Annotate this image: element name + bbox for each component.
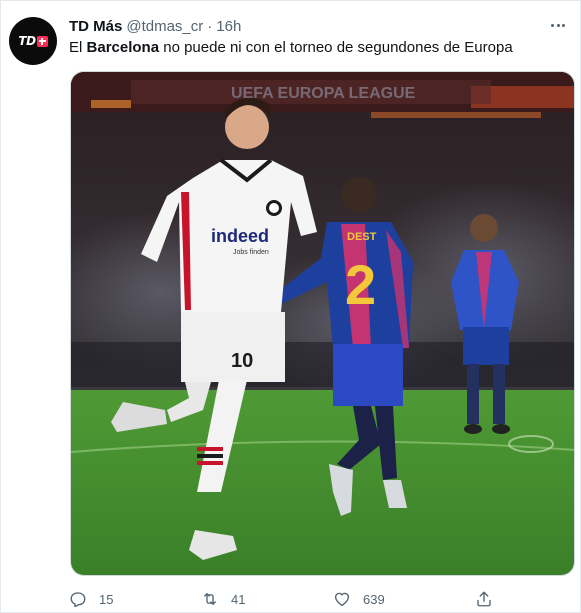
separator: · — [207, 17, 213, 35]
more-icon — [551, 23, 554, 27]
jersey-number: 2 — [345, 253, 376, 316]
avatar[interactable]: TD — [9, 17, 57, 65]
football-photo: UEFA EUROPA LEAGUE DEST 2 indeed Jobs fi… — [71, 72, 574, 575]
shorts-number: 10 — [231, 350, 253, 372]
bold-mention: Barcelona — [86, 39, 160, 56]
share-icon — [477, 591, 491, 607]
tweet-card[interactable]: TD TD Más @tdmas_cr · 16h El Barcelona n… — [0, 0, 581, 613]
retweet-icon — [204, 593, 216, 605]
jersey-name: DEST — [347, 231, 377, 243]
like-button[interactable]: 639 — [333, 587, 385, 611]
sponsor-subtext: Jobs finden — [233, 249, 269, 256]
share-button[interactable] — [475, 587, 505, 611]
like-count: 639 — [363, 591, 385, 607]
plus-icon — [36, 35, 48, 47]
retweet-count: 41 — [231, 591, 246, 607]
more-options-button[interactable] — [546, 15, 570, 35]
timestamp[interactable]: 16h — [216, 18, 241, 35]
heart-icon — [334, 592, 350, 607]
retweet-button[interactable]: 41 — [201, 587, 245, 611]
tweet-header: TD Más @tdmas_cr · 16h — [69, 16, 241, 36]
display-name[interactable]: TD Más — [69, 18, 122, 35]
brand-logo: TD — [18, 34, 48, 48]
sponsor-logo: indeed — [211, 226, 269, 246]
reply-icon — [70, 592, 86, 608]
reply-count: 15 — [99, 591, 114, 607]
tweet-actions: 15 41 639 — [69, 587, 509, 611]
reply-button[interactable]: 15 — [69, 587, 113, 611]
user-handle[interactable]: @tdmas_cr — [126, 18, 203, 35]
tweet-text: El Barcelona no puede ni con el torneo d… — [69, 39, 513, 56]
tweet-photo[interactable]: UEFA EUROPA LEAGUE DEST 2 indeed Jobs fi… — [70, 71, 575, 576]
